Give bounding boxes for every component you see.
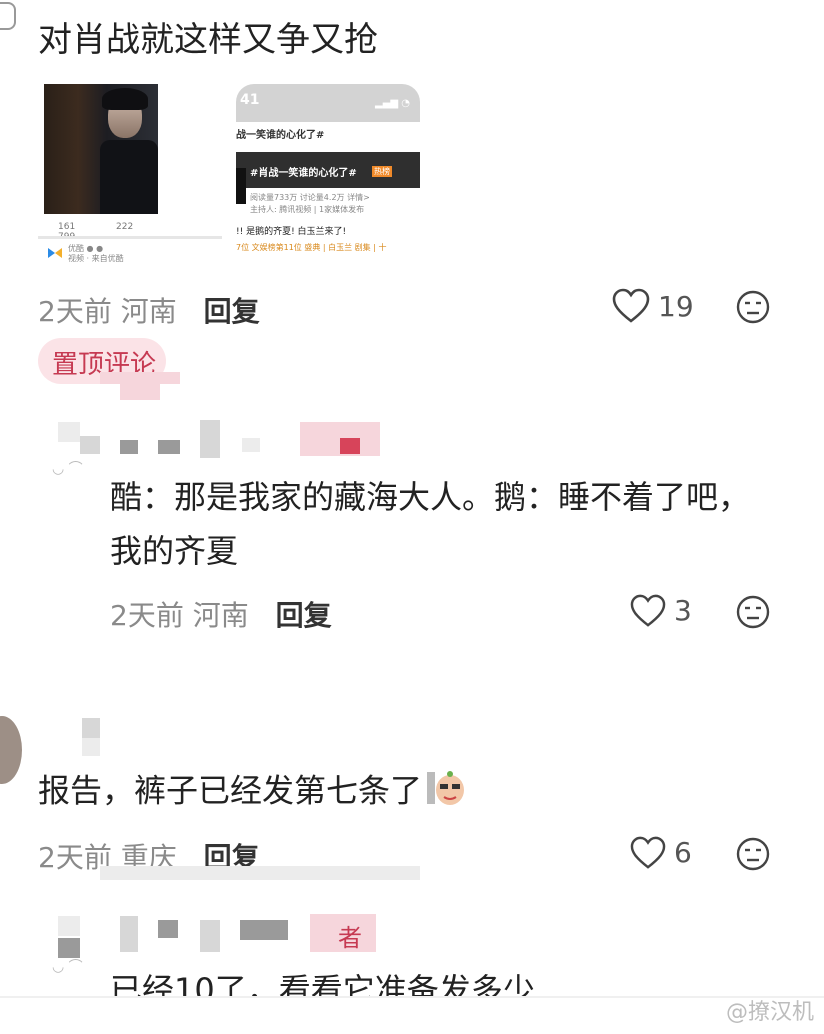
bottom-bar [0, 996, 824, 1034]
post-meta: 2天前 河南 回复 [38, 295, 260, 328]
meh-emoji-icon[interactable] [736, 595, 770, 629]
like-count: 3 [674, 594, 692, 627]
comment1-username-mosaic [58, 418, 388, 468]
watermark: @撩汉机 [725, 1000, 814, 1025]
avatar[interactable] [0, 716, 22, 784]
post-text: 对肖战就这样又争又抢 [38, 20, 378, 60]
signal-icon: ▂▄▆ ◔ [375, 98, 410, 109]
author-badge: 者 [338, 924, 362, 952]
like-icon[interactable] [630, 594, 666, 628]
sticker-emoji-icon [426, 766, 466, 819]
meh-emoji-icon[interactable] [736, 837, 770, 871]
reply-button[interactable]: 回复 [276, 599, 332, 632]
like-count: 6 [674, 836, 692, 869]
comment1-text: 酷：那是我家的藏海大人。鹅：睡不着了吧，我的齐夏 [110, 478, 751, 570]
poster-image [44, 84, 158, 214]
thumb-stats: 161222799 [58, 222, 134, 242]
post-image-2[interactable]: 41 ▂▄▆ ◔ 战一笑谁的心化了# #肖战一笑谁的心化了# 热榜 阅读量733… [236, 84, 420, 260]
like-icon[interactable] [612, 288, 650, 324]
comment1-meta: 2天前 河南 回复 [110, 599, 332, 632]
like-icon[interactable] [630, 836, 666, 870]
app-logo-icon [48, 248, 62, 258]
post-image-1[interactable]: 161222799 优酷 ● ●视频 · 来自优酷 [38, 80, 222, 268]
avatar-edge [0, 2, 16, 30]
like-count: 19 [658, 290, 694, 323]
reply-button[interactable]: 回复 [204, 295, 260, 328]
comment2-text: 报告，裤子已经发第七条了 [38, 766, 466, 819]
meh-emoji-icon[interactable] [736, 290, 770, 324]
